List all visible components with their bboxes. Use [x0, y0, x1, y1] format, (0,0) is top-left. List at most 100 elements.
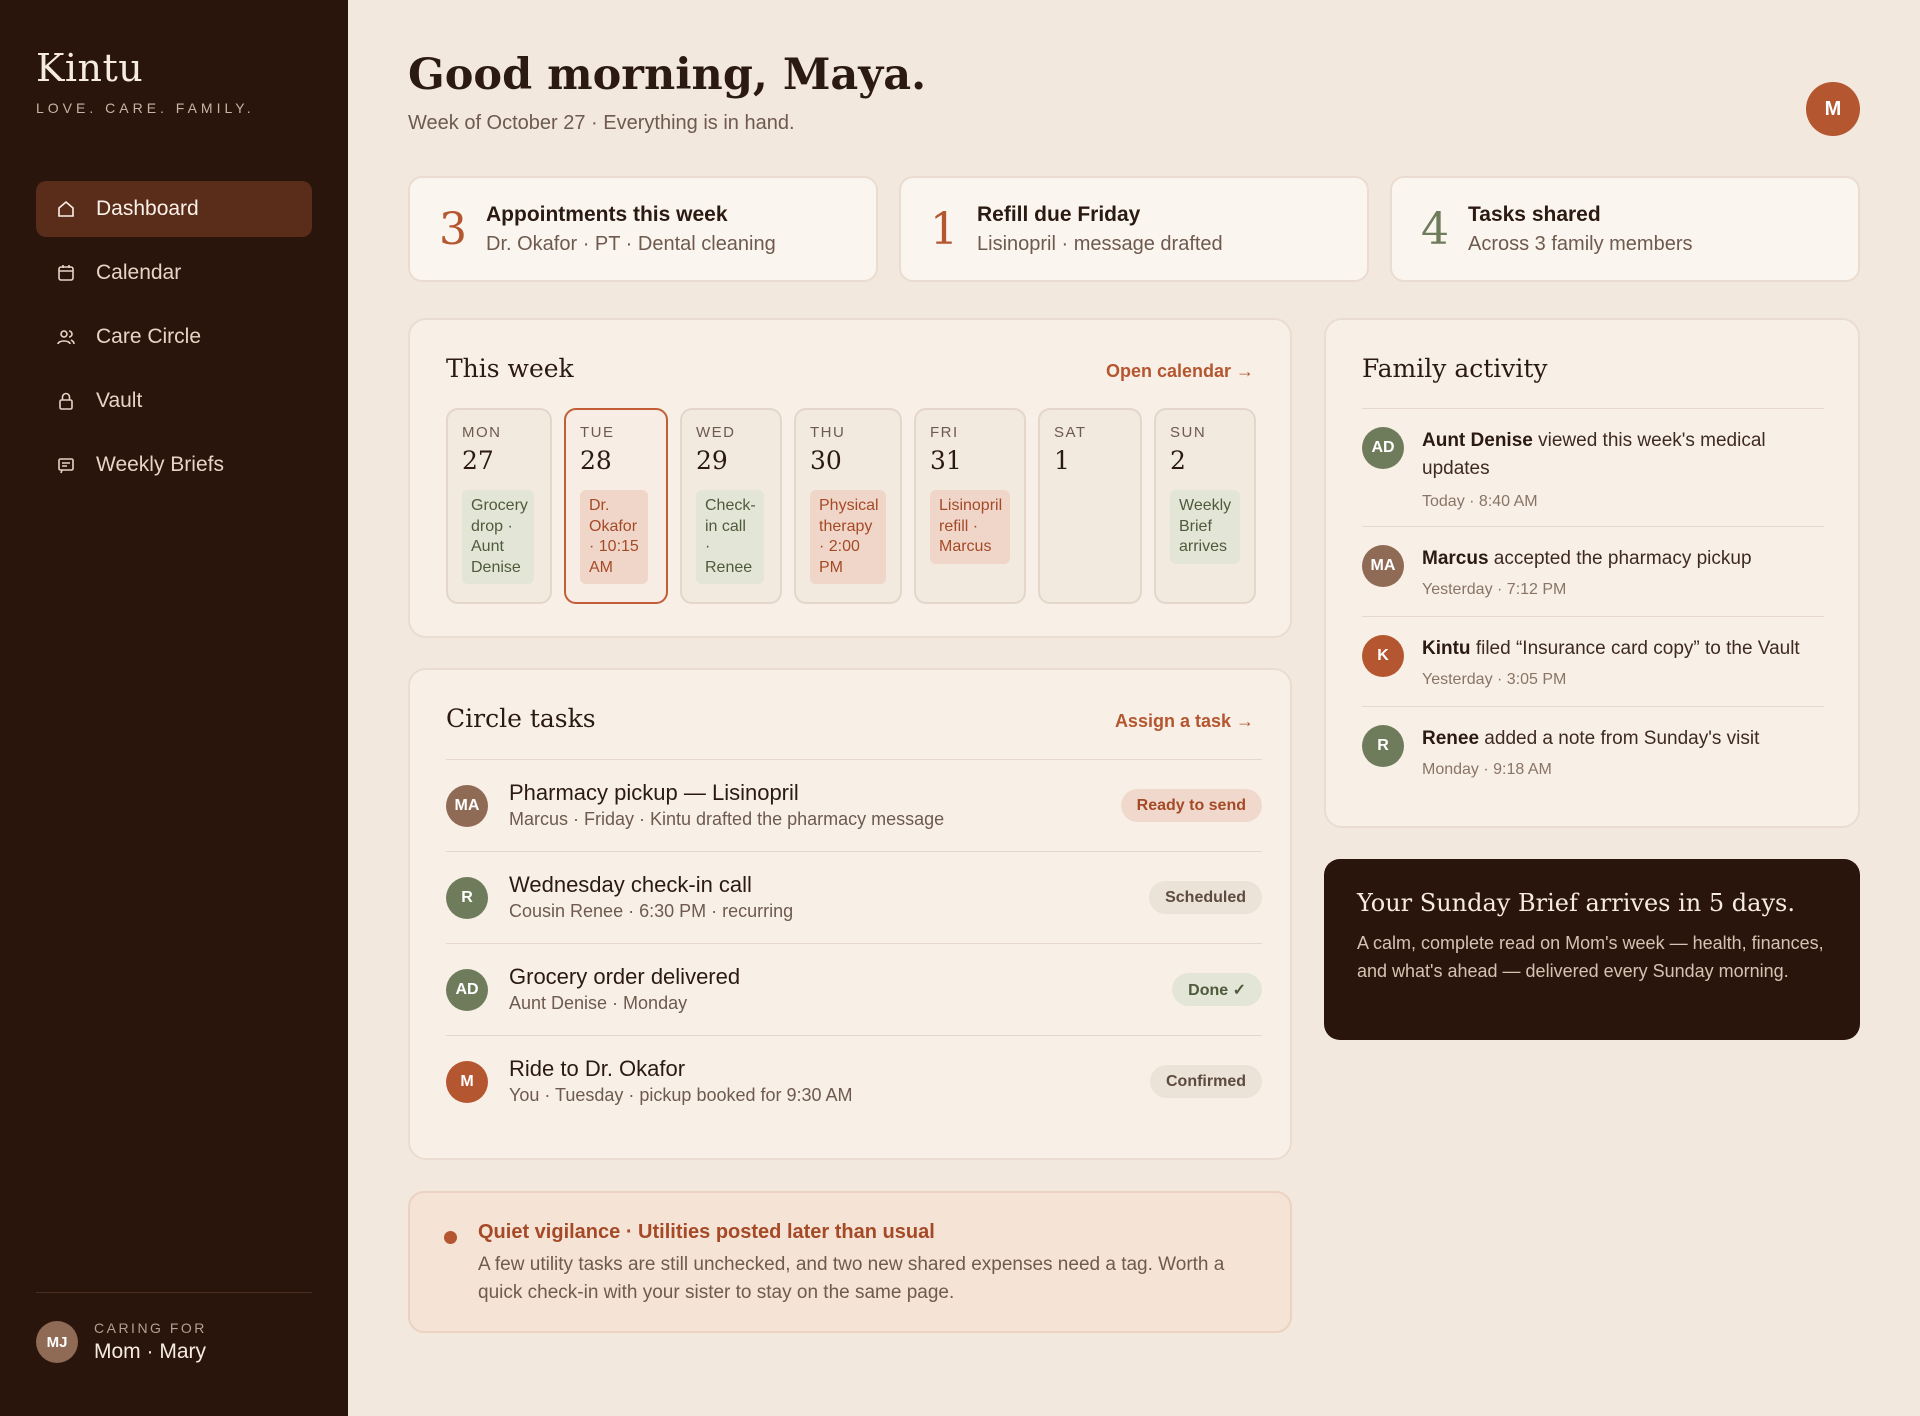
nav-label: Calendar [96, 261, 182, 284]
brief-icon [56, 455, 76, 475]
sidebar-nav: Dashboard Calendar Care Circle Vault Wee… [36, 181, 312, 501]
day-number: 29 [696, 446, 728, 475]
avatar: K [1362, 635, 1404, 677]
caring-for-name: Mom · Mary [94, 1340, 206, 1363]
task-title: Ride to Dr. Okafor [509, 1056, 686, 1081]
activity-time: Today · 8:40 AM [1422, 493, 1538, 510]
day-sun[interactable]: SUN 2 Weekly Brief arrives [1154, 408, 1256, 604]
activity-actor: Aunt Denise [1422, 430, 1533, 451]
day-name: FRI [930, 424, 959, 441]
day-number: 2 [1170, 446, 1186, 475]
event-chip[interactable]: Weekly Brief arrives [1170, 490, 1240, 564]
activity-text: Marcus accepted the pharmacy pickup [1422, 545, 1822, 573]
task-subtitle: Aunt Denise · Monday [509, 993, 688, 1013]
nav-item-care-circle[interactable]: Care Circle [36, 309, 312, 365]
day-name: SAT [1054, 424, 1087, 441]
event-chip[interactable]: Lisinopril refill · Marcus [930, 490, 1010, 564]
activity-item[interactable]: AD Aunt Denise viewed this week's medica… [1362, 408, 1824, 526]
event-chip[interactable]: Grocery drop · Aunt Denise [462, 490, 534, 584]
day-number: 28 [580, 446, 612, 475]
stat-title: Appointments this week [486, 202, 728, 226]
user-avatar[interactable]: M [1806, 82, 1860, 136]
activity-time: Monday · 9:18 AM [1422, 761, 1552, 778]
avatar: M [446, 1061, 488, 1103]
status-badge: Scheduled [1149, 881, 1262, 914]
day-name: SUN [1170, 424, 1207, 441]
day-name: WED [696, 424, 736, 441]
activity-action: accepted the pharmacy pickup [1488, 548, 1752, 569]
stat-card-refill[interactable]: 1 Refill due Friday Lisinopril · message… [899, 176, 1369, 282]
activity-action: filed “Insurance card copy” to the Vault [1470, 638, 1800, 659]
event-chip[interactable]: Physical therapy · 2:00 PM [810, 490, 886, 584]
sidebar: Kintu LOVE. CARE. FAMILY. Dashboard Cale… [0, 0, 348, 1416]
day-number: 31 [930, 446, 962, 475]
activity-action: added a note from Sunday's visit [1479, 728, 1760, 749]
event-chip[interactable]: Check-in call · Renee [696, 490, 764, 584]
vigilance-alert[interactable]: Quiet vigilance · Utilities posted later… [408, 1191, 1292, 1333]
activity-actor: Kintu [1422, 638, 1471, 659]
caring-for[interactable]: MJ CARING FOR Mom · Mary [36, 1320, 207, 1364]
nav-item-weekly-briefs[interactable]: Weekly Briefs [36, 437, 312, 493]
event-chip[interactable]: Dr. Okafor · 10:15 AM [580, 490, 648, 584]
day-number: 30 [810, 446, 842, 475]
brief-body: A calm, complete read on Mom's week — he… [1357, 933, 1824, 981]
stat-number: 4 [1421, 203, 1449, 255]
day-number: 1 [1054, 446, 1070, 475]
task-row[interactable]: M Ride to Dr. Okafor You · Tuesday · pic… [446, 1035, 1262, 1127]
status-badge: Confirmed [1150, 1065, 1262, 1098]
activity-time: Yesterday · 3:05 PM [1422, 671, 1567, 688]
sunday-brief-card[interactable]: Your Sunday Brief arrives in 5 days. A c… [1324, 859, 1860, 1040]
stat-subtitle: Lisinopril · message drafted [977, 232, 1223, 255]
task-title: Pharmacy pickup — Lisinopril [509, 780, 799, 805]
task-title: Wednesday check-in call [509, 872, 752, 897]
nav-label: Weekly Briefs [96, 453, 224, 476]
alert-title: Quiet vigilance · Utilities posted later… [478, 1221, 935, 1243]
assign-task-link[interactable]: Assign a task → [1115, 711, 1254, 732]
brand-name[interactable]: Kintu [36, 46, 255, 90]
activity-text: Aunt Denise viewed this week's medical u… [1422, 427, 1822, 483]
day-thu[interactable]: THU 30 Physical therapy · 2:00 PM [794, 408, 902, 604]
avatar: AD [1362, 427, 1404, 469]
stat-card-appointments[interactable]: 3 Appointments this week Dr. Okafor · PT… [408, 176, 878, 282]
task-subtitle: Marcus · Friday · Kintu drafted the phar… [509, 809, 945, 829]
activity-item[interactable]: MA Marcus accepted the pharmacy pickup Y… [1362, 526, 1824, 616]
nav-item-vault[interactable]: Vault [36, 373, 312, 429]
stat-card-tasks[interactable]: 4 Tasks shared Across 3 family members [1390, 176, 1860, 282]
activity-time: Yesterday · 7:12 PM [1422, 581, 1567, 598]
day-name: TUE [580, 424, 615, 441]
task-title: Grocery order delivered [509, 964, 741, 989]
day-tue[interactable]: TUE 28 Dr. Okafor · 10:15 AM [564, 408, 668, 604]
nav-item-dashboard[interactable]: Dashboard [36, 181, 312, 237]
calendar-icon [56, 263, 76, 283]
home-icon [56, 199, 76, 219]
day-mon[interactable]: MON 27 Grocery drop · Aunt Denise [446, 408, 552, 604]
panel-title: Family activity [1362, 354, 1548, 383]
task-row[interactable]: AD Grocery order delivered Aunt Denise ·… [446, 943, 1262, 1035]
task-row[interactable]: MA Pharmacy pickup — Lisinopril Marcus ·… [446, 759, 1262, 851]
status-badge[interactable]: Ready to send [1120, 789, 1262, 822]
day-sat[interactable]: SAT 1 [1038, 408, 1142, 604]
day-wed[interactable]: WED 29 Check-in call · Renee [680, 408, 782, 604]
panel-title: This week [446, 354, 574, 383]
nav-item-calendar[interactable]: Calendar [36, 245, 312, 301]
activity-text: Renee added a note from Sunday's visit [1422, 725, 1822, 753]
day-number: 27 [462, 446, 494, 475]
day-name: THU [810, 424, 846, 441]
stat-number: 1 [930, 203, 958, 255]
activity-actor: Renee [1422, 728, 1480, 749]
nav-label: Vault [96, 389, 143, 412]
activity-item[interactable]: R Renee added a note from Sunday's visit… [1362, 706, 1824, 796]
caring-for-label: CARING FOR [94, 1320, 207, 1336]
task-row[interactable]: R Wednesday check-in call Cousin Renee ·… [446, 851, 1262, 943]
stat-number: 3 [439, 203, 467, 255]
stat-subtitle: Dr. Okafor · PT · Dental cleaning [486, 232, 776, 255]
day-fri[interactable]: FRI 31 Lisinopril refill · Marcus [914, 408, 1026, 604]
avatar: AD [446, 969, 488, 1011]
activity-item[interactable]: K Kintu filed “Insurance card copy” to t… [1362, 616, 1824, 706]
alert-body: A few utility tasks are still unchecked,… [478, 1254, 1225, 1303]
this-week-panel: This week Open calendar → MON 27 Grocery… [408, 318, 1292, 638]
status-badge: Done ✓ [1172, 973, 1262, 1006]
alert-dot-icon [444, 1231, 457, 1244]
open-calendar-link[interactable]: Open calendar → [1106, 361, 1254, 382]
avatar: MA [1362, 545, 1404, 587]
